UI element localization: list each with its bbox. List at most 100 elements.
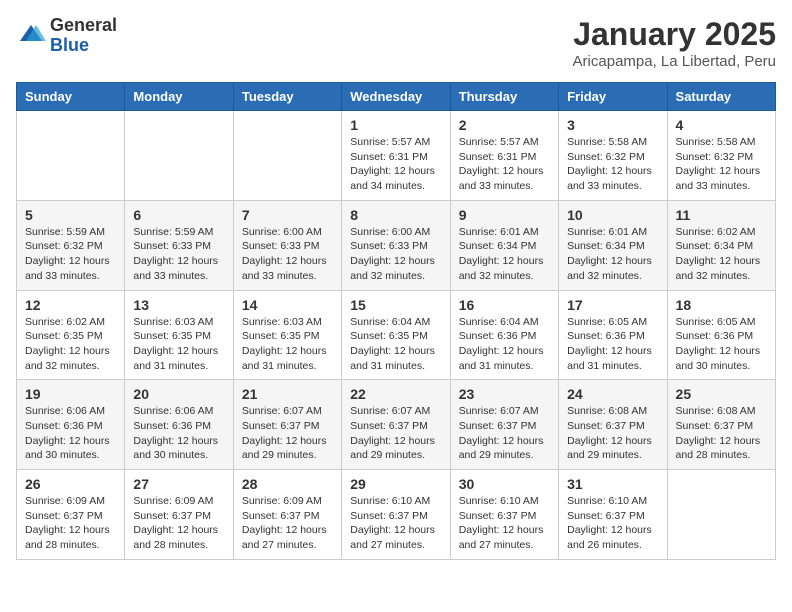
day-number: 13 (133, 297, 224, 313)
weekday-header-saturday: Saturday (667, 83, 775, 111)
day-number: 21 (242, 386, 333, 402)
calendar-cell (17, 111, 125, 201)
day-info: Sunrise: 6:07 AM Sunset: 6:37 PM Dayligh… (242, 404, 333, 463)
calendar-cell: 28Sunrise: 6:09 AM Sunset: 6:37 PM Dayli… (233, 470, 341, 560)
calendar-cell: 20 Sunrise: 6:06 AM Sunset: 6:36 PM Dayli… (125, 380, 233, 470)
calendar-cell: 5 Sunrise: 5:59 AM Sunset: 6:32 PM Daylig… (17, 200, 125, 290)
weekday-header-tuesday: Tuesday (233, 83, 341, 111)
page-header: General Blue January 2025 Aricapampa, La… (16, 16, 776, 70)
day-number: 31 (567, 476, 658, 492)
calendar-cell: 21 Sunrise: 6:07 AM Sunset: 6:37 PM Dayli… (233, 380, 341, 470)
title-block: January 2025 Aricapampa, La Libertad, Pe… (573, 16, 776, 70)
day-info: Sunrise: 6:07 AM Sunset: 6:37 PM Dayligh… (350, 404, 441, 463)
calendar-cell: 14 Sunrise: 6:03 AM Sunset: 6:35 PM Dayli… (233, 290, 341, 380)
day-info: Sunrise: 6:09 AM Sunset: 6:37 PM Dayligh… (25, 494, 116, 553)
day-number: 23 (459, 386, 550, 402)
calendar-cell: 7Sunrise: 6:00 AM Sunset: 6:33 PM Daylig… (233, 200, 341, 290)
day-number: 16 (459, 297, 550, 313)
calendar-cell: 4Sunrise: 5:58 AM Sunset: 6:32 PM Daylig… (667, 111, 775, 201)
day-info: Sunrise: 6:01 AM Sunset: 6:34 PM Dayligh… (567, 225, 658, 284)
day-number: 19 (25, 386, 116, 402)
day-info: Sunrise: 6:03 AM Sunset: 6:35 PM Dayligh… (242, 315, 333, 374)
day-info: Sunrise: 6:09 AM Sunset: 6:37 PM Dayligh… (133, 494, 224, 553)
calendar-cell: 23 Sunrise: 6:07 AM Sunset: 6:37 PM Dayli… (450, 380, 558, 470)
day-number: 15 (350, 297, 441, 313)
day-number: 7 (242, 207, 333, 223)
calendar-cell (667, 470, 775, 560)
calendar-cell: 3 Sunrise: 5:58 AM Sunset: 6:32 PM Daylig… (559, 111, 667, 201)
calendar-week-row: 5 Sunrise: 5:59 AM Sunset: 6:32 PM Daylig… (17, 200, 776, 290)
calendar-week-row: 1 Sunrise: 5:57 AM Sunset: 6:31 PM Daylig… (17, 111, 776, 201)
weekday-header-sunday: Sunday (17, 83, 125, 111)
day-number: 3 (567, 117, 658, 133)
day-number: 22 (350, 386, 441, 402)
day-info: Sunrise: 5:57 AM Sunset: 6:31 PM Dayligh… (350, 135, 441, 194)
weekday-header-row: SundayMondayTuesdayWednesdayThursdayFrid… (17, 83, 776, 111)
day-number: 29 (350, 476, 441, 492)
weekday-header-wednesday: Wednesday (342, 83, 450, 111)
day-info: Sunrise: 6:06 AM Sunset: 6:36 PM Dayligh… (133, 404, 224, 463)
day-info: Sunrise: 5:59 AM Sunset: 6:32 PM Dayligh… (25, 225, 116, 284)
day-number: 2 (459, 117, 550, 133)
calendar-cell: 12Sunrise: 6:02 AM Sunset: 6:35 PM Dayli… (17, 290, 125, 380)
calendar-cell: 10 Sunrise: 6:01 AM Sunset: 6:34 PM Dayli… (559, 200, 667, 290)
calendar-cell: 19 Sunrise: 6:06 AM Sunset: 6:36 PM Dayli… (17, 380, 125, 470)
day-info: Sunrise: 6:07 AM Sunset: 6:37 PM Dayligh… (459, 404, 550, 463)
day-info: Sunrise: 6:04 AM Sunset: 6:36 PM Dayligh… (459, 315, 550, 374)
calendar-week-row: 12Sunrise: 6:02 AM Sunset: 6:35 PM Dayli… (17, 290, 776, 380)
day-number: 18 (676, 297, 767, 313)
logo-blue-text: Blue (50, 36, 117, 56)
day-info: Sunrise: 6:10 AM Sunset: 6:37 PM Dayligh… (459, 494, 550, 553)
calendar-cell: 2Sunrise: 5:57 AM Sunset: 6:31 PM Daylig… (450, 111, 558, 201)
day-number: 26 (25, 476, 116, 492)
day-number: 25 (676, 386, 767, 402)
calendar-cell: 27Sunrise: 6:09 AM Sunset: 6:37 PM Dayli… (125, 470, 233, 560)
calendar-cell: 1 Sunrise: 5:57 AM Sunset: 6:31 PM Daylig… (342, 111, 450, 201)
calendar-cell: 31 Sunrise: 6:10 AM Sunset: 6:37 PM Dayli… (559, 470, 667, 560)
day-info: Sunrise: 5:58 AM Sunset: 6:32 PM Dayligh… (676, 135, 767, 194)
calendar-cell: 9 Sunrise: 6:01 AM Sunset: 6:34 PM Daylig… (450, 200, 558, 290)
day-number: 5 (25, 207, 116, 223)
day-number: 20 (133, 386, 224, 402)
day-number: 17 (567, 297, 658, 313)
day-number: 11 (676, 207, 767, 223)
calendar-cell (233, 111, 341, 201)
calendar-cell (125, 111, 233, 201)
calendar-cell: 6 Sunrise: 5:59 AM Sunset: 6:33 PM Daylig… (125, 200, 233, 290)
day-number: 1 (350, 117, 441, 133)
calendar-week-row: 19 Sunrise: 6:06 AM Sunset: 6:36 PM Dayli… (17, 380, 776, 470)
day-info: Sunrise: 6:06 AM Sunset: 6:36 PM Dayligh… (25, 404, 116, 463)
logo-general-text: General (50, 16, 117, 36)
day-info: Sunrise: 6:10 AM Sunset: 6:37 PM Dayligh… (567, 494, 658, 553)
day-number: 9 (459, 207, 550, 223)
day-info: Sunrise: 5:58 AM Sunset: 6:32 PM Dayligh… (567, 135, 658, 194)
month-title: January 2025 (573, 16, 776, 53)
day-number: 6 (133, 207, 224, 223)
calendar-cell: 8 Sunrise: 6:00 AM Sunset: 6:33 PM Daylig… (342, 200, 450, 290)
calendar-cell: 18Sunrise: 6:05 AM Sunset: 6:36 PM Dayli… (667, 290, 775, 380)
day-info: Sunrise: 6:01 AM Sunset: 6:34 PM Dayligh… (459, 225, 550, 284)
calendar-cell: 24Sunrise: 6:08 AM Sunset: 6:37 PM Dayli… (559, 380, 667, 470)
day-info: Sunrise: 5:59 AM Sunset: 6:33 PM Dayligh… (133, 225, 224, 284)
logo: General Blue (16, 16, 117, 56)
day-info: Sunrise: 6:04 AM Sunset: 6:35 PM Dayligh… (350, 315, 441, 374)
calendar-cell: 16 Sunrise: 6:04 AM Sunset: 6:36 PM Dayli… (450, 290, 558, 380)
day-info: Sunrise: 6:05 AM Sunset: 6:36 PM Dayligh… (567, 315, 658, 374)
day-info: Sunrise: 6:09 AM Sunset: 6:37 PM Dayligh… (242, 494, 333, 553)
day-number: 24 (567, 386, 658, 402)
weekday-header-friday: Friday (559, 83, 667, 111)
location-text: Aricapampa, La Libertad, Peru (573, 53, 776, 70)
calendar-cell: 17 Sunrise: 6:05 AM Sunset: 6:36 PM Dayli… (559, 290, 667, 380)
calendar-cell: 11Sunrise: 6:02 AM Sunset: 6:34 PM Dayli… (667, 200, 775, 290)
day-info: Sunrise: 6:10 AM Sunset: 6:37 PM Dayligh… (350, 494, 441, 553)
calendar-cell: 22 Sunrise: 6:07 AM Sunset: 6:37 PM Dayli… (342, 380, 450, 470)
calendar-week-row: 26 Sunrise: 6:09 AM Sunset: 6:37 PM Dayli… (17, 470, 776, 560)
day-number: 8 (350, 207, 441, 223)
calendar-cell: 25Sunrise: 6:08 AM Sunset: 6:37 PM Dayli… (667, 380, 775, 470)
day-number: 14 (242, 297, 333, 313)
weekday-header-monday: Monday (125, 83, 233, 111)
day-number: 30 (459, 476, 550, 492)
calendar-cell: 30 Sunrise: 6:10 AM Sunset: 6:37 PM Dayli… (450, 470, 558, 560)
day-number: 10 (567, 207, 658, 223)
day-info: Sunrise: 6:00 AM Sunset: 6:33 PM Dayligh… (350, 225, 441, 284)
